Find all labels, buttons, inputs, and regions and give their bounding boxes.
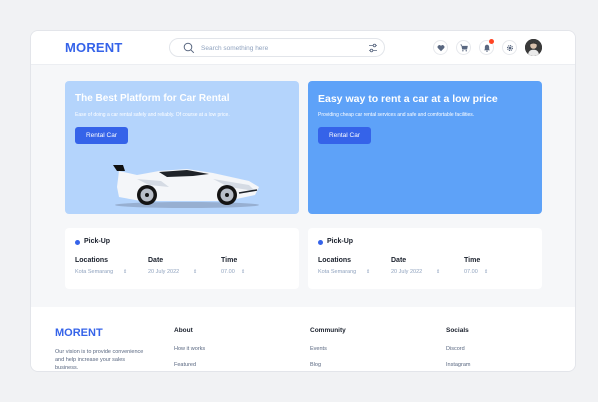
date-value[interactable]: 20 July 2022 — [148, 269, 179, 275]
app-window: MORENT Search something here The Best Pl… — [30, 30, 576, 372]
pickup-title: Pick-Up — [327, 238, 354, 245]
pickup-card: Pick-Up Locations Kota Semarang ⇕ Date 2… — [65, 228, 299, 289]
rental-car-button[interactable]: Rental Car — [75, 127, 128, 144]
footer-link[interactable]: Instagram — [446, 362, 470, 368]
avatar[interactable] — [525, 39, 542, 56]
search-input[interactable] — [201, 41, 361, 55]
favorites-button[interactable] — [433, 40, 448, 55]
pickup-card: Pick-Up Locations Kota Semarang ⇕ Date 2… — [308, 228, 542, 289]
date-field[interactable]: Date 20 July 2022 ⇕ — [391, 257, 440, 275]
logo[interactable]: MORENT — [65, 40, 123, 55]
avatar-image — [525, 39, 542, 56]
filter-icon[interactable] — [368, 43, 378, 53]
location-value[interactable]: Kota Semarang — [75, 269, 113, 275]
promo-description: Ease of doing a car rental safely and re… — [75, 112, 230, 118]
location-field[interactable]: Locations Kota Semarang ⇕ — [318, 257, 370, 275]
footer-logo[interactable]: MORENT — [55, 327, 103, 339]
car-image — [113, 165, 259, 208]
chevron-down-icon[interactable]: ⇕ — [366, 269, 370, 275]
radio-dot-icon[interactable] — [318, 240, 323, 245]
date-label: Date — [391, 257, 407, 264]
search-icon — [183, 42, 195, 54]
time-label: Time — [221, 257, 238, 264]
promo-title: The Best Platform for Car Rental — [75, 93, 230, 104]
time-field[interactable]: Time 07.00 ⇕ — [464, 257, 488, 275]
cart-button[interactable] — [456, 40, 471, 55]
time-field[interactable]: Time 07.00 ⇕ — [221, 257, 245, 275]
location-field[interactable]: Locations Kota Semarang ⇕ — [75, 257, 127, 275]
footer-link[interactable]: Featured — [174, 362, 196, 368]
footer-socials-title: Socials — [446, 327, 469, 334]
top-navbar: MORENT — [31, 31, 575, 65]
date-value[interactable]: 20 July 2022 — [391, 269, 422, 275]
chevron-down-icon[interactable]: ⇕ — [193, 269, 197, 275]
footer-about-column: About How it works Featured — [174, 327, 205, 368]
gear-icon — [506, 44, 513, 51]
notifications-button[interactable] — [479, 39, 494, 55]
radio-dot-icon[interactable] — [75, 240, 80, 245]
location-label: Locations — [318, 257, 352, 264]
footer-link[interactable]: Events — [310, 346, 327, 352]
time-value[interactable]: 07.00 — [221, 269, 235, 275]
notification-dot — [489, 39, 494, 44]
chevron-down-icon[interactable]: ⇕ — [484, 269, 488, 275]
search-bar[interactable] — [169, 38, 385, 57]
promo-card-2: Easy way to rent a car at a low price Pr… — [308, 81, 542, 214]
pickup-title: Pick-Up — [84, 238, 111, 245]
chevron-down-icon[interactable]: ⇕ — [436, 269, 440, 275]
footer-community-title: Community — [310, 327, 346, 334]
footer-link[interactable]: Discord — [446, 346, 465, 352]
promo-title: Easy way to rent a car at a low price — [318, 93, 498, 105]
promo-card-1: The Best Platform for Car Rental Ease of… — [65, 81, 299, 214]
settings-button[interactable] — [502, 40, 517, 55]
footer-community-column: Community Events Blog — [310, 327, 346, 368]
rental-car-button[interactable]: Rental Car — [318, 127, 371, 144]
date-label: Date — [148, 257, 164, 264]
chevron-down-icon[interactable]: ⇕ — [241, 269, 245, 275]
chevron-down-icon[interactable]: ⇕ — [123, 269, 127, 275]
heart-icon — [437, 44, 444, 51]
footer: MORENT Our vision is to provide convenie… — [31, 307, 575, 371]
location-value[interactable]: Kota Semarang — [318, 269, 356, 275]
footer-about-title: About — [174, 327, 193, 334]
footer-description: Our vision is to provide convenience and… — [55, 349, 144, 371]
cart-icon — [459, 43, 468, 52]
bell-icon — [483, 44, 490, 52]
footer-link[interactable]: Blog — [310, 362, 321, 368]
date-field[interactable]: Date 20 July 2022 ⇕ — [148, 257, 197, 275]
time-value[interactable]: 07.00 — [464, 269, 478, 275]
footer-socials-column: Socials Discord Instagram — [446, 327, 470, 368]
promo-description: Providing cheap car rental services and … — [318, 112, 475, 118]
footer-link[interactable]: How it works — [174, 346, 205, 352]
time-label: Time — [464, 257, 481, 264]
location-label: Locations — [75, 257, 109, 264]
